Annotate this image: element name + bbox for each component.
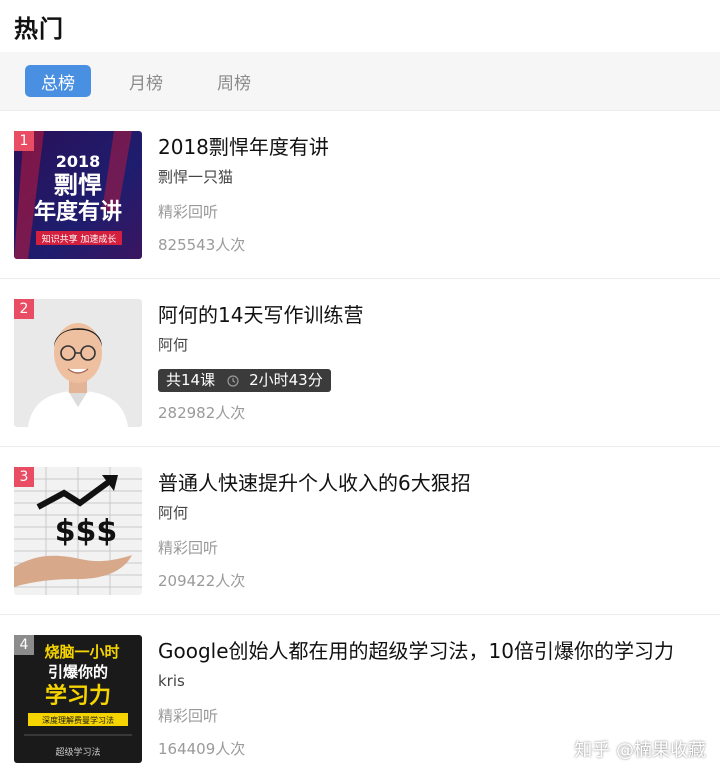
course-title[interactable]: 2018剽悍年度有讲: [158, 133, 710, 161]
course-info: 2018剽悍年度有讲 剽悍一只猫 精彩回听 825543人次: [158, 133, 710, 255]
course-duration: 2小时43分: [249, 371, 323, 389]
play-count: 282982人次: [158, 404, 246, 422]
course-author: 阿何: [158, 504, 189, 522]
cover-headline: 烧脑一小时: [44, 643, 119, 661]
course-list: 2018 剽悍 年度有讲 知识共享 加速成长 1 2018剽悍年度有讲 剽悍一只…: [0, 111, 720, 780]
rank-badge: 2: [14, 299, 34, 319]
course-tag: 精彩回听: [158, 707, 219, 725]
hot-ranking-page: 热门 总榜 月榜 周榜 2018 剽悍 年度有讲 知识共享 加速成长 1 201…: [0, 0, 720, 780]
tab-weekly[interactable]: 周榜: [201, 65, 267, 97]
play-count: 825543人次: [158, 236, 246, 254]
course-meta: 共14课 2小时43分: [158, 369, 710, 392]
cover-year: 2018: [56, 152, 101, 171]
lesson-count: 共14课: [166, 371, 216, 389]
tab-overall[interactable]: 总榜: [25, 65, 91, 97]
cover-subheadline: 引爆你的: [48, 663, 108, 681]
cover-dollar-signs: $$$: [55, 514, 118, 549]
cover-main-text: 学习力: [45, 683, 111, 709]
course-tag: 精彩回听: [158, 539, 219, 557]
page-title: 热门: [14, 14, 64, 43]
play-count: 209422人次: [158, 572, 246, 590]
course-title[interactable]: 普通人快速提升个人收入的6大狠招: [158, 469, 710, 497]
cover-slogan: 知识共享 加速成长: [42, 233, 117, 245]
course-info: 普通人快速提升个人收入的6大狠招 阿何 精彩回听 209422人次: [158, 469, 710, 591]
course-author: 剽悍一只猫: [158, 168, 234, 186]
list-item[interactable]: 2018 剽悍 年度有讲 知识共享 加速成长 1 2018剽悍年度有讲 剽悍一只…: [0, 111, 720, 279]
course-title[interactable]: 阿何的14天写作训练营: [158, 301, 710, 329]
cover-subheadline: 年度有讲: [34, 199, 122, 225]
list-item[interactable]: $$$ 3 普通人快速提升个人收入的6大狠招 阿何 精彩回听 209422人次: [0, 447, 720, 615]
cover-footer: 超级学习法: [55, 746, 100, 758]
cover-slogan: 深度理解费曼学习法: [42, 715, 114, 725]
clock-icon: [227, 374, 239, 387]
cover-headline: 剽悍: [54, 171, 102, 199]
course-author: kris: [158, 672, 185, 690]
rank-badge: 3: [14, 467, 34, 487]
course-tag: 精彩回听: [158, 203, 219, 221]
list-item[interactable]: 2 阿何的14天写作训练营 阿何 共14课 2小时43分 282982人次: [0, 279, 720, 447]
tab-monthly[interactable]: 月榜: [113, 65, 179, 97]
course-badge: 共14课 2小时43分: [158, 369, 331, 392]
course-title[interactable]: Google创始人都在用的超级学习法，10倍引爆你的学习力: [158, 637, 710, 665]
course-author: 阿何: [158, 336, 189, 354]
watermark: 知乎 @楠果收藏: [574, 740, 706, 761]
course-info: 阿何的14天写作训练营 阿何 共14课 2小时43分 282982人次: [158, 301, 710, 423]
rank-badge: 1: [14, 131, 34, 151]
rank-badge: 4: [14, 635, 34, 655]
page-header: 热门: [0, 0, 720, 52]
ranking-tabs: 总榜 月榜 周榜: [0, 52, 720, 111]
